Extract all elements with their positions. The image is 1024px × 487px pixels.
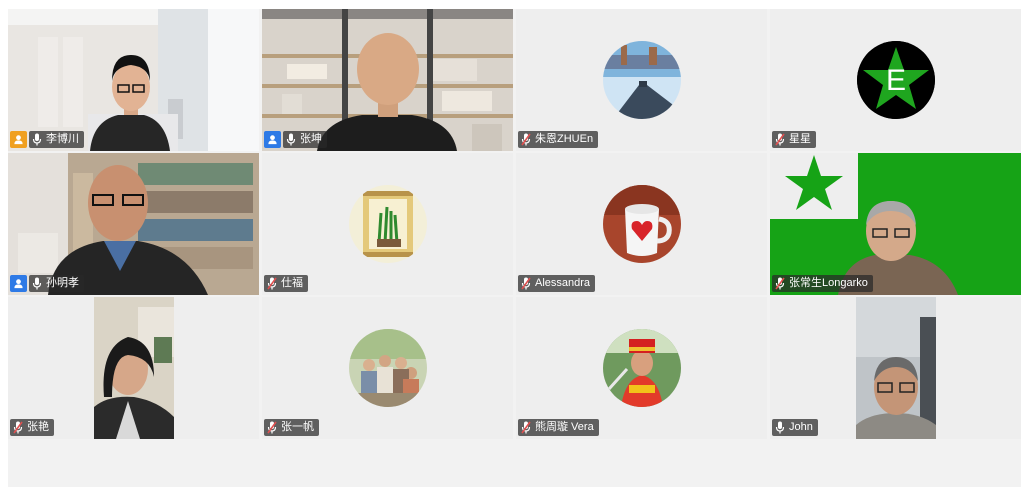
participant-video — [770, 297, 1021, 439]
avatar-letter: E — [885, 64, 905, 97]
participant-tile[interactable]: Alessandra — [516, 153, 767, 295]
participant-video — [8, 9, 259, 151]
mic-icon[interactable] — [32, 133, 42, 146]
mic-muted-icon[interactable] — [267, 277, 277, 290]
host-badge — [10, 131, 27, 148]
profile-picture — [602, 329, 681, 407]
participant-tile[interactable]: 张坤 — [262, 9, 513, 151]
profile-picture — [602, 185, 681, 263]
mic-muted-icon[interactable] — [775, 277, 785, 290]
profile-picture: E — [856, 41, 935, 119]
person-icon — [268, 135, 277, 145]
cohost-badge — [10, 275, 27, 292]
participant-tile[interactable]: John — [770, 297, 1021, 439]
participant-grid: 李博川 张坤 朱恩ZHUEn E 星星 孙明孝 仕福 Alessandra 张常… — [8, 9, 1021, 439]
mic-muted-icon[interactable] — [521, 421, 531, 434]
mic-icon[interactable] — [32, 277, 42, 290]
mic-muted-icon[interactable] — [521, 277, 531, 290]
name-label: 李博川 — [29, 131, 84, 148]
name-label: 张艳 — [10, 419, 54, 436]
name-label: 孙明孝 — [29, 275, 84, 292]
mic-muted-icon[interactable] — [775, 133, 785, 146]
profile-picture — [348, 329, 427, 407]
participant-tile[interactable]: 张一帆 — [262, 297, 513, 439]
participant-tile[interactable]: 熊周璇 Vera — [516, 297, 767, 439]
mic-icon[interactable] — [286, 133, 296, 146]
participant-tile[interactable]: E 星星 — [770, 9, 1021, 151]
participant-tile[interactable]: 仕福 — [262, 153, 513, 295]
name-label: 星星 — [772, 131, 816, 148]
participant-video — [262, 9, 513, 151]
mic-muted-icon[interactable] — [521, 133, 531, 146]
mic-muted-icon[interactable] — [267, 421, 277, 434]
mic-icon[interactable] — [775, 421, 785, 434]
participant-tile[interactable]: 张艳 — [8, 297, 259, 439]
person-icon — [14, 135, 23, 145]
participant-tile[interactable]: 李博川 — [8, 9, 259, 151]
cohost-badge — [264, 131, 281, 148]
participant-tile[interactable]: 张常生Longarko — [770, 153, 1021, 295]
participant-video — [8, 153, 259, 295]
profile-picture — [348, 185, 427, 263]
name-label: Alessandra — [518, 275, 596, 292]
name-label: 张坤 — [283, 131, 327, 148]
name-label: 熊周璇 Vera — [518, 419, 599, 436]
name-label: 张一帆 — [264, 419, 319, 436]
profile-picture — [602, 41, 681, 119]
participant-video — [770, 153, 1021, 295]
name-label: 仕福 — [264, 275, 308, 292]
name-label: 张常生Longarko — [772, 275, 873, 292]
name-label: 朱恩ZHUEn — [518, 131, 599, 148]
participant-tile[interactable]: 孙明孝 — [8, 153, 259, 295]
gallery-view: 李博川 张坤 朱恩ZHUEn E 星星 孙明孝 仕福 Alessandra 张常… — [8, 9, 1021, 487]
mic-muted-icon[interactable] — [13, 421, 23, 434]
participant-tile[interactable]: 朱恩ZHUEn — [516, 9, 767, 151]
participant-video — [8, 297, 259, 439]
person-icon — [14, 279, 23, 289]
name-label: John — [772, 419, 818, 436]
